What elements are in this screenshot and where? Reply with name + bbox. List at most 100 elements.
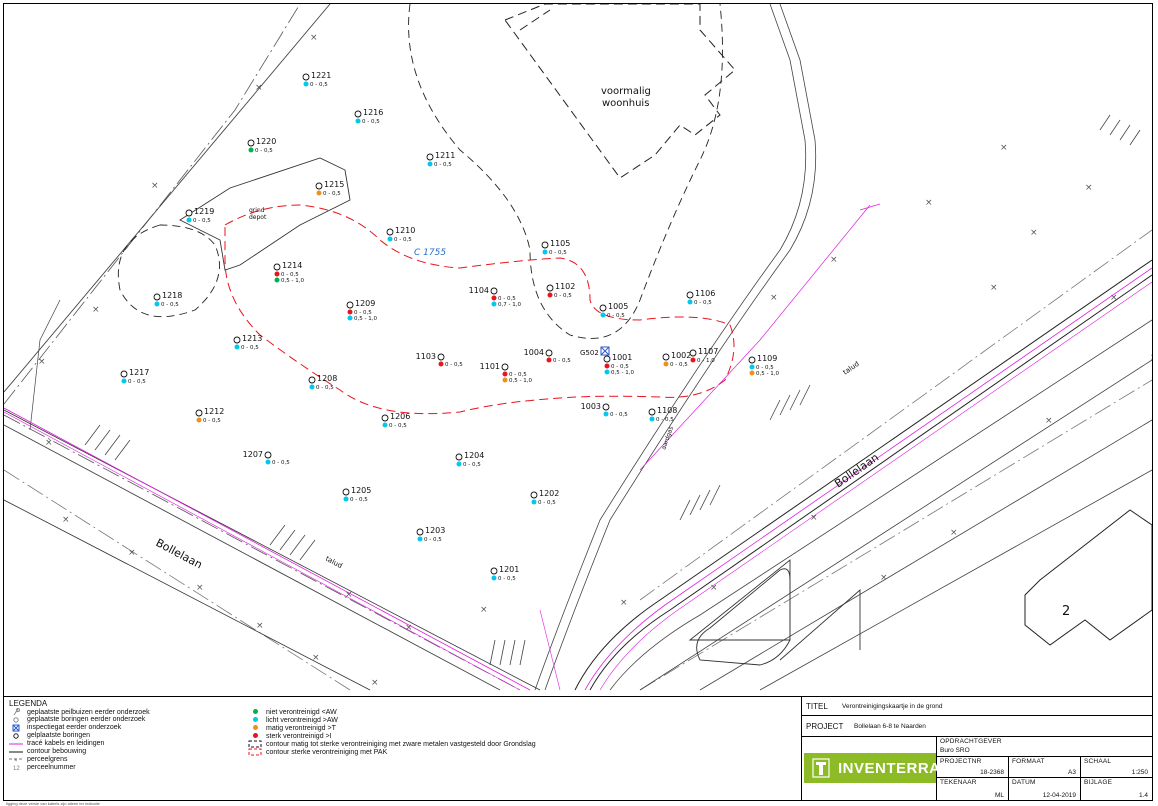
sample-dot-licht — [347, 315, 353, 321]
point-id-label: 1218 — [162, 291, 182, 300]
boring-icon — [153, 293, 161, 301]
opdrachtgever-value: Buro SRO — [940, 747, 970, 754]
schaal-label: SCHAAL — [1084, 758, 1112, 765]
boring-icon — [120, 370, 128, 378]
sample-dot-licht — [265, 459, 271, 465]
legend-item: tracé kabels en leidingen — [9, 740, 104, 748]
sample-depth-label: 0 - 0,5 — [656, 417, 674, 423]
sample-depth-label: 0 - 0,5 — [316, 385, 334, 391]
building-line-icon — [9, 748, 23, 756]
sample-dot-matig — [749, 370, 755, 376]
sample-dot-sterk — [274, 271, 280, 277]
sample-dot-matig — [502, 377, 508, 383]
point-id-label: 1102 — [555, 282, 575, 291]
inspectiegat-icon — [9, 724, 23, 732]
boring-icon — [455, 453, 463, 461]
legend: LEGENDA geplaatste peilbuizen eerder ond… — [3, 696, 802, 801]
cable-trace — [539, 609, 561, 691]
svg-text:×: × — [196, 583, 204, 593]
legend-label: inspectiegat eerder onderzoek — [27, 724, 122, 732]
building-label-2: woonhuis — [602, 98, 649, 109]
point-id-label: 1104 — [469, 286, 489, 295]
sample-depth-label: 0 - 0,5 — [554, 293, 572, 299]
sample-depth-label: 0,5 - 1,0 — [611, 370, 634, 376]
sample-dot-niet — [274, 277, 280, 283]
site-boundary-line — [544, 4, 817, 691]
cable-trace — [599, 281, 1152, 691]
titel-label: TITEL — [806, 702, 828, 711]
boring-icon — [602, 403, 610, 411]
svg-text:×: × — [830, 255, 838, 265]
sample-depth-label: 0 - 0,5 — [498, 576, 516, 582]
formaat-label: FORMAAT — [1012, 758, 1045, 765]
legend-item: contour matig tot sterke verontreiniging… — [248, 740, 536, 748]
legend-item: sterk verontreinigd >I — [248, 732, 332, 740]
boring-icon — [599, 304, 607, 312]
sample-point-1003: 1003 0 - 0,5 — [581, 402, 629, 418]
legend-label: niet verontreinigd <AW — [266, 708, 337, 716]
tekenaar-label: TEKENAAR — [940, 779, 977, 786]
sample-point-1001: 10010 - 0,50,5 - 1,0 — [603, 353, 634, 376]
svg-text:×: × — [770, 293, 778, 303]
sample-depth-label: 0 - 0,5 — [424, 537, 442, 543]
matig-dot-icon — [248, 724, 262, 732]
sample-dot-licht — [491, 575, 497, 581]
sample-depth-label: 0,7 - 1,0 — [498, 302, 521, 308]
svg-text:×: × — [925, 198, 933, 208]
sample-dot-licht — [343, 496, 349, 502]
sample-depth-label: 0 - 0,5 — [350, 497, 368, 503]
parcel-markers: × × × × × × × × × × × × × × × × × × × × × × × × × × × × × × — [38, 33, 1152, 688]
point-id-label: 1109 — [757, 354, 777, 363]
sample-point-1218: 1218 0 - 0,5 — [153, 291, 182, 308]
boring-icon — [273, 263, 281, 271]
sample-depth-label: 0 - 0,5 — [607, 313, 625, 319]
boring-icon — [185, 209, 193, 217]
sample-point-1002: 1002 0 - 0,5 — [662, 351, 691, 368]
sample-dot-niet — [248, 147, 254, 153]
sample-depth-label: 0 - 0,5 — [694, 300, 712, 306]
sample-point-1208: 1208 0 - 0,5 — [308, 374, 337, 391]
legend-label: geplaatste peilbuizen eerder onderzoek — [27, 708, 150, 716]
legend-title: LEGENDA — [9, 699, 48, 708]
svg-text:×: × — [128, 548, 136, 558]
road-edge — [779, 589, 861, 661]
boring-icon — [9, 716, 23, 724]
sample-depth-label: 0 - 0,5 — [445, 362, 463, 368]
sample-dot-matig — [663, 361, 669, 367]
sample-depth-label: 0 - 0,5 — [434, 162, 452, 168]
point-id-label: 1215 — [324, 180, 344, 189]
point-id-label: 1219 — [194, 207, 214, 216]
sample-dot-licht — [121, 378, 127, 384]
svg-text:×: × — [62, 515, 70, 525]
contour-black-icon — [248, 740, 262, 748]
sample-depth-label: 0 - 0,5 — [161, 302, 179, 308]
sample-depth-label: 0 - 0,5 — [553, 358, 571, 364]
sample-depth-label: 0 - 1,0 — [697, 358, 715, 364]
boring-icon — [689, 349, 697, 357]
sterk-dot-icon — [248, 732, 262, 740]
legend-label: perceelgrens — [27, 755, 68, 763]
sample-point-1214: 12140 - 0,50,5 - 1,0 — [273, 261, 304, 284]
cable-trace — [859, 203, 881, 211]
sample-dot-licht — [604, 369, 610, 375]
project-label: PROJECT — [806, 722, 844, 731]
sample-depth-label: 0 - 0,5 — [463, 462, 481, 468]
sample-point-1203: 1203 0 - 0,5 — [416, 526, 445, 543]
sample-point-1217: 1217 0 - 0,5 — [120, 368, 149, 385]
boring-icon — [490, 287, 498, 295]
depot-label-1: grind — [249, 207, 265, 214]
svg-text:×: × — [312, 653, 320, 663]
footer-note: ligging deze versie van kabels zijn alle… — [6, 801, 100, 806]
point-id-label: 1210 — [395, 226, 415, 235]
sample-point-1005: 1005 0 - 0,5 — [599, 302, 628, 319]
parcel-number: 2 — [1062, 604, 1070, 619]
svg-text:×: × — [38, 357, 46, 367]
svg-text:×: × — [1030, 228, 1038, 238]
sample-depth-label: 0 - 0,5 — [549, 250, 567, 256]
point-id-label: 1208 — [317, 374, 337, 383]
sample-point-1215: 1215 0 - 0,5 — [315, 180, 344, 197]
boring-icon — [342, 488, 350, 496]
legend-item: contour bebouwing — [9, 748, 86, 756]
parcel-number-icon: 12 — [9, 763, 23, 772]
sample-dot-licht — [309, 384, 315, 390]
